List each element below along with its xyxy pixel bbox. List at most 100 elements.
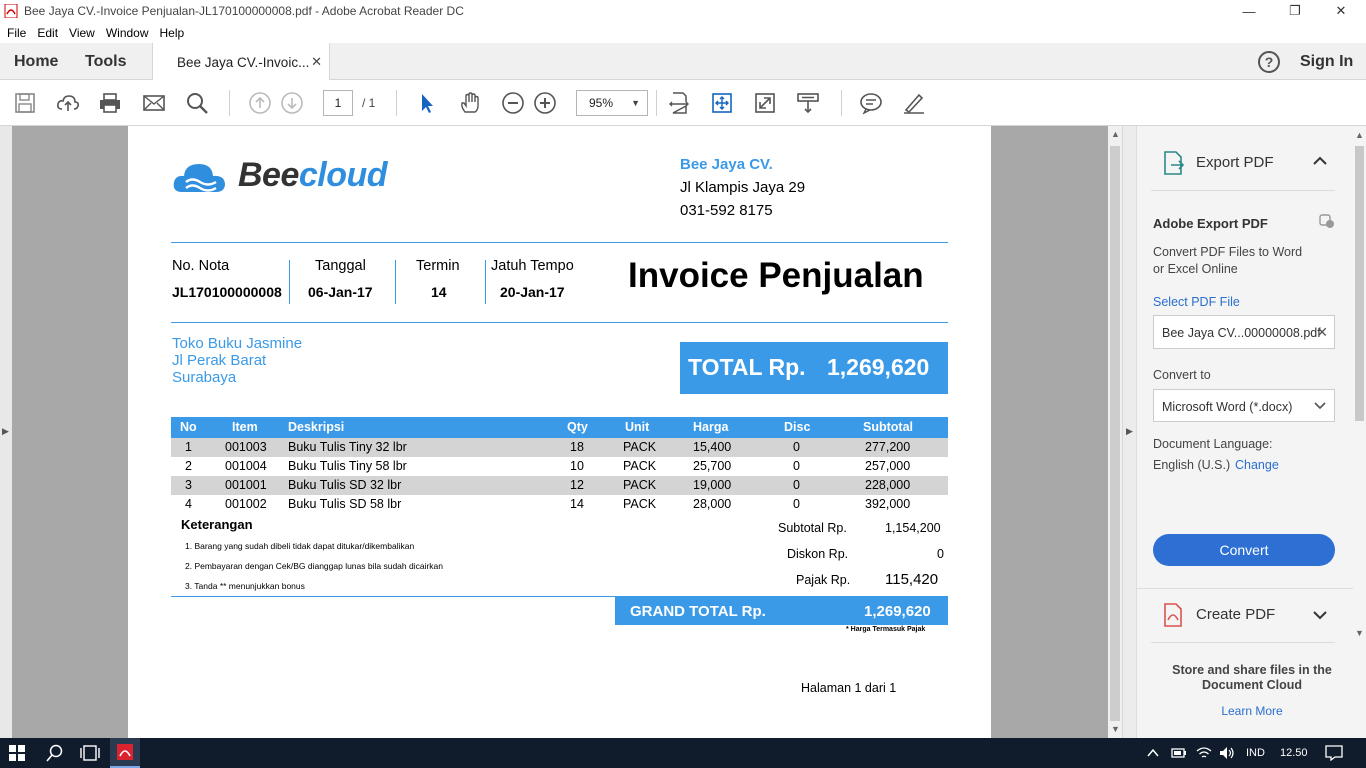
input-language[interactable]: IND xyxy=(1246,738,1265,768)
tanggal-label: Tanggal xyxy=(315,258,366,274)
customer-name: Toko Buku Jasmine xyxy=(172,335,303,352)
divider xyxy=(289,260,290,304)
scroll-down-icon[interactable]: ▼ xyxy=(1355,628,1364,638)
menu-help[interactable]: Help xyxy=(160,26,185,40)
notification-center-icon[interactable] xyxy=(1325,745,1343,761)
pdf-page: Beecloud Bee Jaya CV. Jl Klampis Jaya 29… xyxy=(128,126,991,738)
left-nav-strip[interactable]: ▶ xyxy=(0,126,12,738)
divider xyxy=(171,322,948,323)
divider xyxy=(171,242,948,243)
next-page-icon[interactable] xyxy=(280,91,304,115)
export-pdf-title[interactable]: Export PDF xyxy=(1196,154,1274,171)
document-viewer[interactable]: ▶ Beecloud Bee Jaya CV. Jl Klampis Jaya … xyxy=(0,126,1122,738)
scrollbar-thumb[interactable] xyxy=(1110,146,1120,721)
read-mode-icon[interactable] xyxy=(796,91,820,115)
battery-icon[interactable] xyxy=(1171,747,1187,759)
volume-icon[interactable] xyxy=(1219,746,1235,760)
cell-no: 4 xyxy=(185,497,192,511)
scroll-down-icon[interactable]: ▼ xyxy=(1111,724,1120,734)
total-box: TOTAL Rp. 1,269,620 xyxy=(680,342,948,394)
cell-qty: 18 xyxy=(570,440,584,454)
menu-file[interactable]: File xyxy=(7,26,26,40)
tab-close-icon[interactable]: ✕ xyxy=(311,54,322,70)
pen-sign-icon[interactable] xyxy=(902,91,926,115)
tab-tools[interactable]: Tools xyxy=(85,43,126,80)
chevron-up-icon[interactable] xyxy=(1147,748,1159,758)
create-pdf-title[interactable]: Create PDF xyxy=(1196,606,1275,623)
hand-tool-icon[interactable] xyxy=(458,91,482,115)
toolbar-separator xyxy=(396,90,397,116)
full-screen-icon[interactable] xyxy=(753,91,777,115)
maximize-button[interactable]: ❐ xyxy=(1272,0,1318,22)
scrollbar-thumb[interactable] xyxy=(1355,146,1364,421)
wifi-icon[interactable] xyxy=(1196,746,1212,760)
zoom-level-dropdown[interactable]: 95% ▼ xyxy=(576,90,648,116)
learn-more-link[interactable]: Learn More xyxy=(1137,704,1366,718)
cell-harga: 25,700 xyxy=(693,459,732,473)
comment-icon[interactable] xyxy=(859,91,883,115)
cell-unit: PACK xyxy=(623,459,657,473)
search-icon[interactable] xyxy=(185,91,209,115)
tab-home[interactable]: Home xyxy=(14,43,58,80)
cell-subtotal: 228,000 xyxy=(865,478,911,492)
save-icon[interactable] xyxy=(13,91,37,115)
menu-view[interactable]: View xyxy=(69,26,95,40)
note-item: 1. Barang yang sudah dibeli tidak dapat … xyxy=(185,541,415,551)
cell-no: 1 xyxy=(185,440,192,454)
previous-page-icon[interactable] xyxy=(248,91,272,115)
subscription-icon[interactable] xyxy=(1319,213,1335,229)
help-icon[interactable]: ? xyxy=(1258,51,1280,73)
fit-page-icon[interactable] xyxy=(667,91,691,115)
print-icon[interactable] xyxy=(98,91,122,115)
panel-scrollbar[interactable]: ▲ ▼ xyxy=(1352,126,1366,646)
select-cursor-icon[interactable] xyxy=(415,91,439,115)
scroll-up-icon[interactable]: ▲ xyxy=(1355,130,1364,140)
company-address: Jl Klampis Jaya 29 xyxy=(680,179,806,196)
taskbar-acrobat-app[interactable] xyxy=(110,738,140,768)
expand-left-pane-icon[interactable]: ▶ xyxy=(2,426,9,437)
menu-edit[interactable]: Edit xyxy=(37,26,58,40)
close-button[interactable]: ✕ xyxy=(1318,0,1364,22)
change-language-link[interactable]: Change xyxy=(1235,458,1279,472)
sign-in-link[interactable]: Sign In xyxy=(1300,43,1353,80)
clock[interactable]: 12.50 xyxy=(1280,738,1308,768)
tab-document[interactable]: Bee Jaya CV.-Invoic... ✕ xyxy=(152,43,330,81)
upload-cloud-icon[interactable] xyxy=(56,91,80,115)
cell-desc: Buku Tulis Tiny 32 lbr xyxy=(288,440,407,454)
zoom-out-icon[interactable] xyxy=(501,91,525,115)
subtotal-label: Subtotal Rp. xyxy=(778,521,847,535)
chevron-up-icon[interactable] xyxy=(1313,156,1327,166)
cell-qty: 10 xyxy=(570,459,584,473)
task-view-icon[interactable] xyxy=(80,745,100,761)
menu-window[interactable]: Window xyxy=(106,26,149,40)
windows-start-icon[interactable] xyxy=(9,745,25,761)
email-icon[interactable] xyxy=(142,91,166,115)
collapse-panel-strip[interactable]: ▶ xyxy=(1123,126,1137,738)
column-header: Disc xyxy=(784,420,811,434)
selected-file-field[interactable]: Bee Jaya CV...00000008.pdf ✕ xyxy=(1153,315,1335,349)
page-number-input[interactable]: 1 xyxy=(323,90,353,116)
window-title: Bee Jaya CV.-Invoice Penjualan-JL1701000… xyxy=(24,4,464,18)
search-icon[interactable] xyxy=(46,744,64,762)
chevron-down-icon[interactable] xyxy=(1313,610,1327,620)
windows-taskbar: IND 12.50 xyxy=(0,738,1366,768)
minimize-button[interactable]: — xyxy=(1226,0,1272,22)
customer-city: Surabaya xyxy=(172,369,237,386)
document-scrollbar[interactable]: ▲ ▼ xyxy=(1108,126,1122,738)
table-header: No Item Deskripsi Qty Unit Harga Disc Su… xyxy=(171,417,948,438)
column-header: No xyxy=(180,420,197,434)
title-bar: Bee Jaya CV.-Invoice Penjualan-JL1701000… xyxy=(0,0,1366,22)
cloud-promo-line1: Store and share files in the xyxy=(1172,663,1332,677)
collapse-panel-icon[interactable]: ▶ xyxy=(1126,426,1133,437)
convert-to-dropdown[interactable]: Microsoft Word (*.docx) xyxy=(1153,389,1335,422)
total-label: TOTAL Rp. xyxy=(688,354,806,380)
scroll-up-icon[interactable]: ▲ xyxy=(1111,129,1120,139)
scrolling-mode-icon[interactable] xyxy=(710,91,734,115)
cell-subtotal: 257,000 xyxy=(865,459,911,473)
customer-address: Jl Perak Barat xyxy=(172,352,267,369)
clear-file-icon[interactable]: ✕ xyxy=(1316,324,1328,341)
toolbar-separator xyxy=(656,90,657,116)
zoom-in-icon[interactable] xyxy=(533,91,557,115)
convert-button[interactable]: Convert xyxy=(1153,534,1335,566)
cell-desc: Buku Tulis SD 32 lbr xyxy=(288,478,402,492)
